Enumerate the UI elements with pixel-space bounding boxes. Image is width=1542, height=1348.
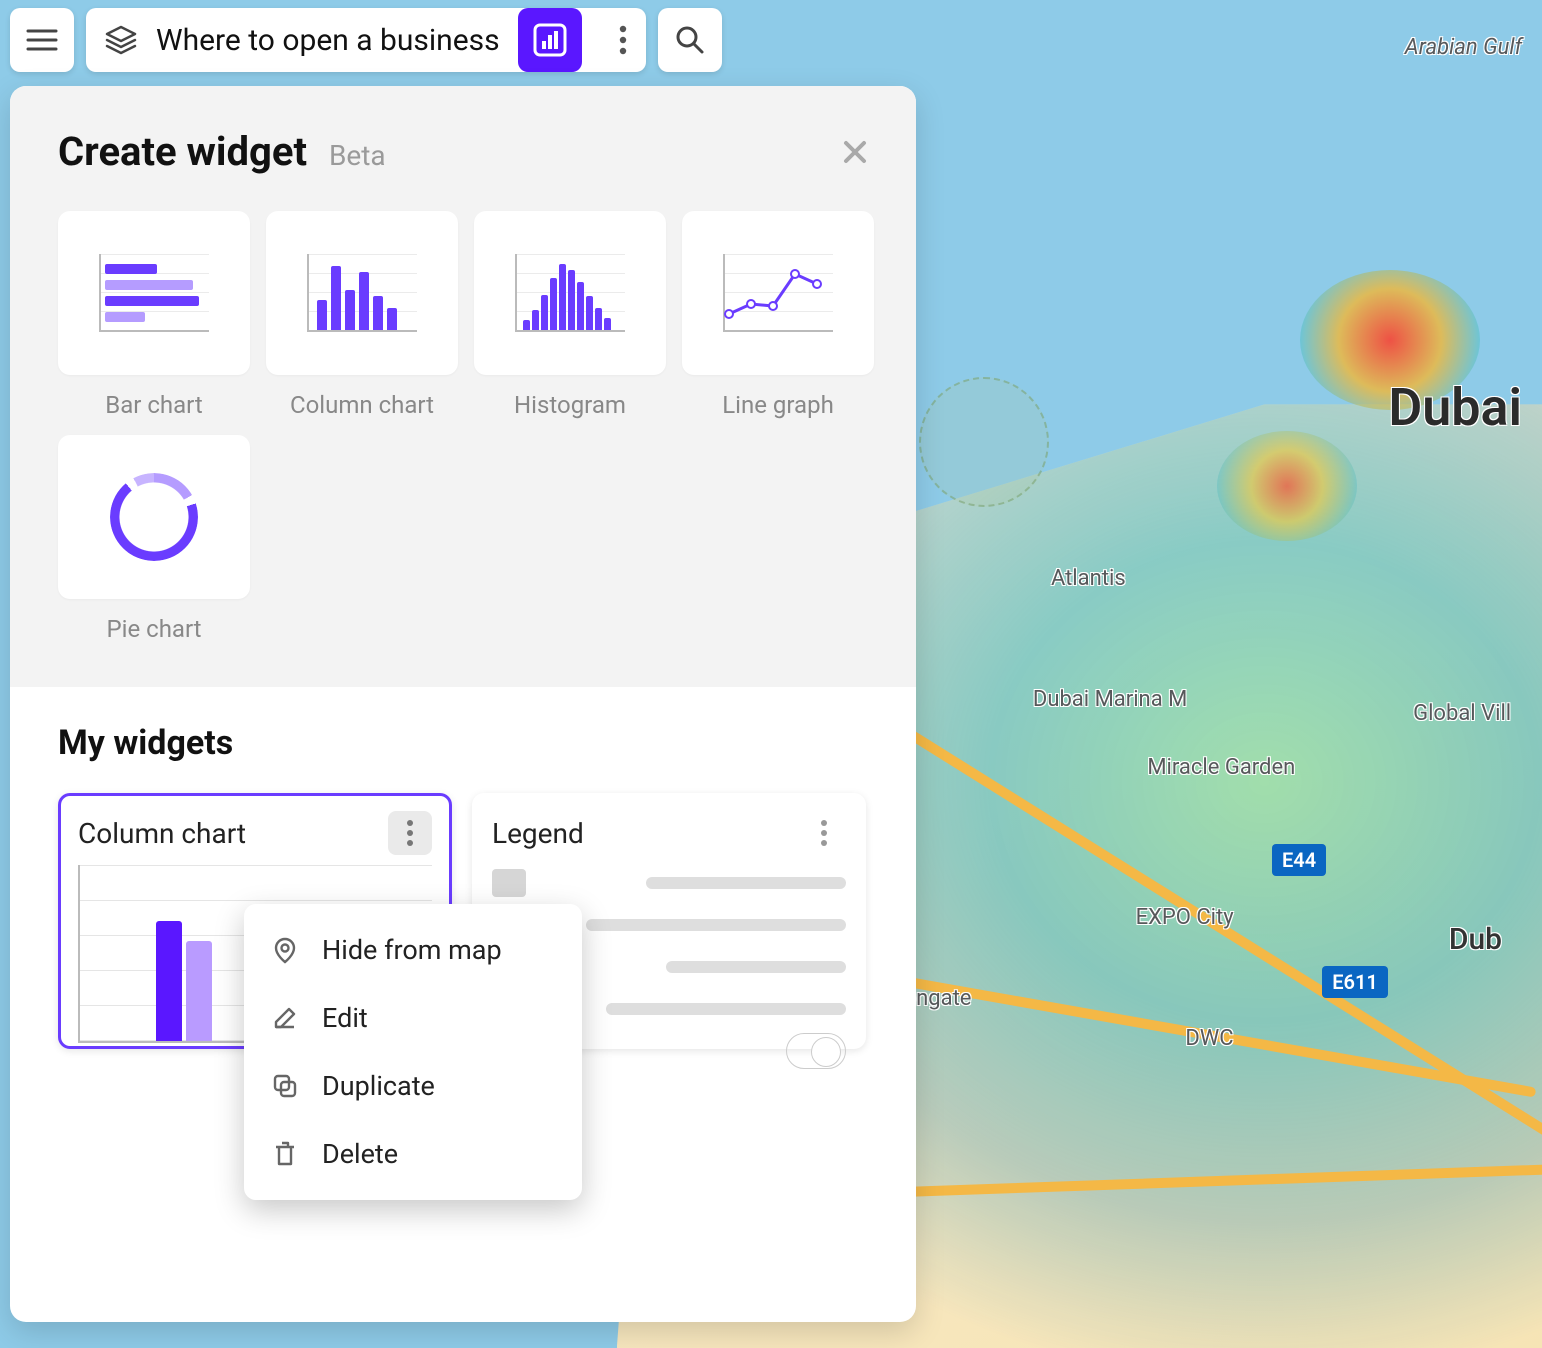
widget-card-title: Column chart xyxy=(78,817,246,850)
copy-icon xyxy=(270,1071,300,1101)
section-title: My widgets xyxy=(58,723,868,763)
layers-icon[interactable] xyxy=(104,25,138,55)
menu-item-duplicate[interactable]: Duplicate xyxy=(244,1052,582,1120)
menu-item-label: Duplicate xyxy=(322,1070,435,1102)
map-label-dubai-right: Dub xyxy=(1449,922,1502,957)
widget-card-title: Legend xyxy=(492,817,584,850)
dots-vertical-icon xyxy=(820,819,828,847)
close-button[interactable] xyxy=(842,139,868,165)
project-title[interactable]: Where to open a business xyxy=(156,23,500,58)
panel-title-text: Create widget xyxy=(58,128,307,175)
widget-card-menu-button[interactable] xyxy=(802,811,846,855)
menu-item-hide[interactable]: Hide from map xyxy=(244,916,582,984)
map-label-dwc: DWC xyxy=(1185,1026,1233,1051)
line-graph-icon xyxy=(723,254,833,332)
map-label-expo: EXPO City xyxy=(1136,905,1234,930)
map-label-atlantis: Atlantis xyxy=(1051,566,1126,591)
legend-toggle[interactable] xyxy=(786,1033,846,1069)
heatmap-hotspot xyxy=(1217,431,1357,541)
map-label-marina: Dubai Marina M xyxy=(1033,687,1187,712)
more-button[interactable] xyxy=(600,8,646,72)
widget-label: Histogram xyxy=(514,391,626,419)
bar-chart-icon xyxy=(99,254,209,332)
search-icon xyxy=(674,24,706,56)
widget-card-menu-button[interactable] xyxy=(388,811,432,855)
widget-label: Line graph xyxy=(722,391,834,419)
widget-label: Bar chart xyxy=(105,391,203,419)
column-chart-icon xyxy=(307,254,417,332)
title-bar: Where to open a business xyxy=(86,8,646,72)
create-widget-section: Create widget Beta Bar ch xyxy=(10,86,916,687)
trash-icon xyxy=(270,1139,300,1169)
map-label-miracle: Miracle Garden xyxy=(1147,755,1295,780)
road-tag: E44 xyxy=(1272,844,1326,876)
map-island xyxy=(919,377,1049,507)
map-label-dubai: Dubai xyxy=(1388,377,1522,438)
menu-item-delete[interactable]: Delete xyxy=(244,1120,582,1188)
menu-button[interactable] xyxy=(10,8,74,72)
widget-label: Pie chart xyxy=(106,615,201,643)
map-label-gulf: Arabian Gulf xyxy=(1405,35,1522,60)
close-icon xyxy=(842,139,868,165)
search-button[interactable] xyxy=(658,8,722,72)
widgets-button[interactable] xyxy=(518,8,582,72)
widget-option-pie-chart[interactable]: Pie chart xyxy=(58,435,250,643)
map-label-global: Global Vill xyxy=(1413,701,1511,726)
dots-vertical-icon xyxy=(619,25,627,55)
menu-item-label: Hide from map xyxy=(322,934,502,966)
widget-option-bar-chart[interactable]: Bar chart xyxy=(58,211,250,419)
menu-item-label: Delete xyxy=(322,1138,398,1170)
road-tag: E611 xyxy=(1322,966,1388,998)
pin-off-icon xyxy=(270,935,300,965)
widget-option-column-chart[interactable]: Column chart xyxy=(266,211,458,419)
top-bar: Where to open a business xyxy=(10,8,722,72)
widget-label: Column chart xyxy=(290,391,434,419)
widget-option-line-graph[interactable]: Line graph xyxy=(682,211,874,419)
panel-title: Create widget Beta xyxy=(58,128,386,175)
analytics-icon xyxy=(533,23,567,57)
pie-chart-icon xyxy=(110,473,198,561)
menu-item-edit[interactable]: Edit xyxy=(244,984,582,1052)
beta-badge: Beta xyxy=(329,139,386,172)
histogram-icon xyxy=(515,254,625,332)
widget-option-histogram[interactable]: Histogram xyxy=(474,211,666,419)
hamburger-icon xyxy=(26,28,58,52)
menu-item-label: Edit xyxy=(322,1002,368,1034)
dots-vertical-icon xyxy=(406,819,414,847)
pencil-icon xyxy=(270,1003,300,1033)
widget-context-menu: Hide from map Edit Duplicate Delete xyxy=(244,904,582,1200)
